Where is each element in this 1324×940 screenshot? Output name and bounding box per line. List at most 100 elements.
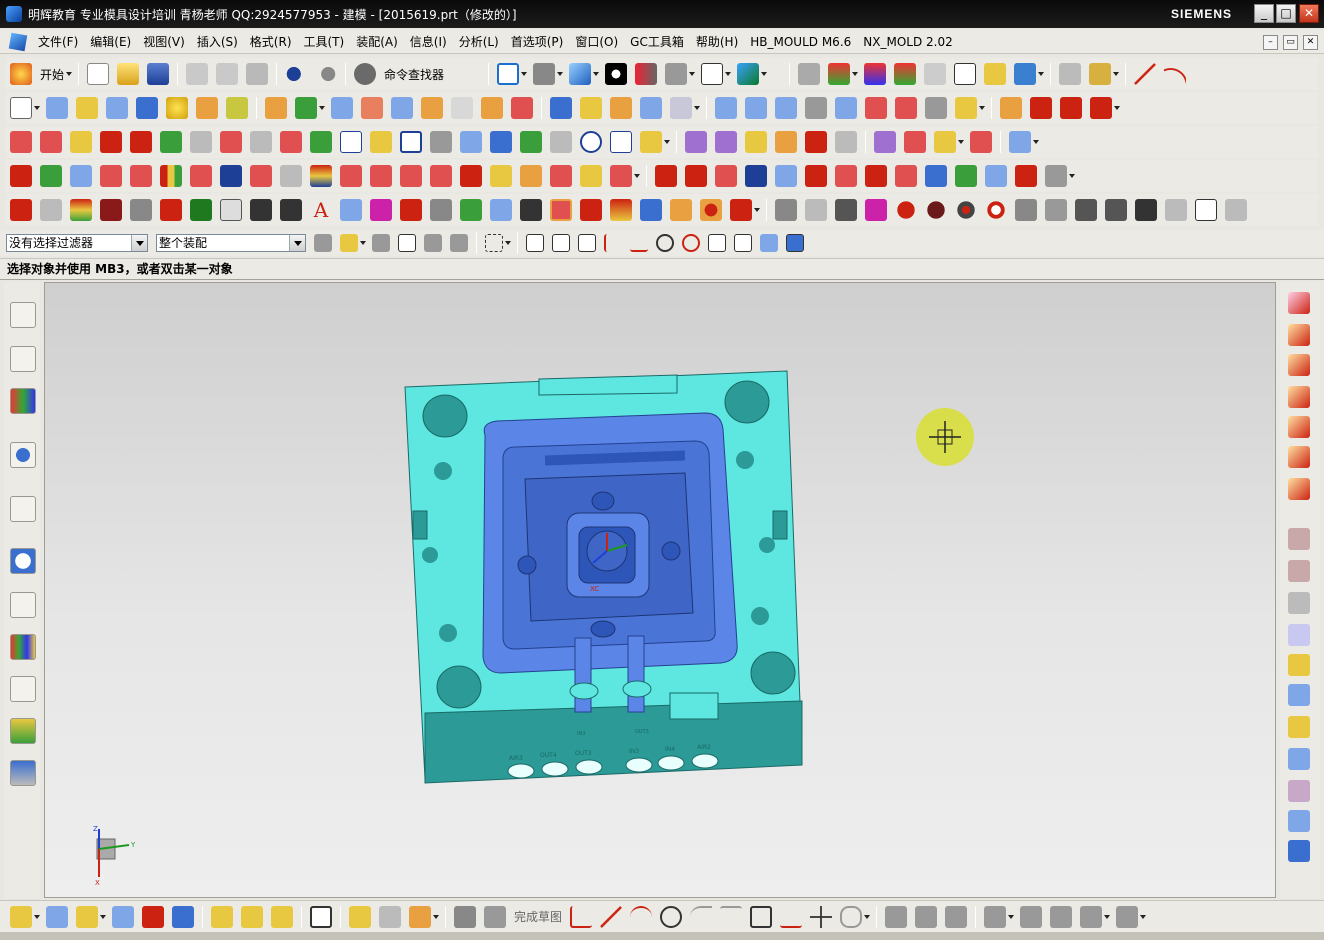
sketch-constraint-icon[interactable] <box>340 131 362 153</box>
cylinder-icon[interactable] <box>106 97 128 119</box>
polygon-icon[interactable] <box>780 906 803 928</box>
bounded-plane-icon[interactable] <box>865 97 887 119</box>
rectangle-icon[interactable] <box>750 905 773 928</box>
command-finder-button[interactable]: 命令查找器 <box>384 66 444 83</box>
mate-icon[interactable] <box>142 905 164 928</box>
deselect-icon[interactable] <box>372 234 390 252</box>
trim-mold-icon[interactable] <box>430 165 452 187</box>
box-tool-icon[interactable] <box>1288 840 1310 862</box>
snap-midpoint-icon[interactable] <box>552 234 570 252</box>
hb-plate-icon[interactable] <box>10 199 32 221</box>
hb-pillar-icon[interactable] <box>1165 199 1187 221</box>
redo-icon[interactable] <box>315 63 338 85</box>
hb-support-icon[interactable] <box>640 199 662 221</box>
auto-dimension-icon[interactable] <box>1050 905 1073 928</box>
backup-icon[interactable] <box>985 165 1007 187</box>
menu-hb-mould[interactable]: HB_MOULD M6.6 <box>744 35 857 49</box>
analysis-icon[interactable] <box>685 131 707 153</box>
graphics-window[interactable]: XC AIR3 OUT4 OUT3 IN3 IN4 AIR2 IN3 OUT3 … <box>44 282 1276 898</box>
paste-face-icon[interactable] <box>280 131 302 153</box>
parting-surface-icon[interactable] <box>835 165 857 187</box>
hb-slider-icon[interactable] <box>370 199 392 221</box>
new-parent-icon[interactable] <box>1288 354 1310 376</box>
hb-color-icon[interactable] <box>70 199 92 221</box>
interpart-icon[interactable] <box>241 905 263 928</box>
hb-ring-icon[interactable] <box>985 199 1007 221</box>
resize-face-icon[interactable] <box>130 131 152 153</box>
unite-icon[interactable] <box>265 97 287 119</box>
play-icon[interactable] <box>1014 63 1037 85</box>
delete-face-icon[interactable] <box>40 131 62 153</box>
snap-body-icon[interactable] <box>786 234 804 252</box>
swept-icon[interactable] <box>835 97 857 119</box>
hb-block-icon[interactable] <box>130 199 152 221</box>
move-face-icon[interactable] <box>100 131 122 153</box>
mold-wizard-icon[interactable] <box>10 165 32 187</box>
clip-icon[interactable] <box>349 905 371 928</box>
check-region-icon[interactable] <box>655 165 677 187</box>
zebra-icon[interactable] <box>874 131 896 153</box>
absolute-csys-icon[interactable] <box>924 63 947 85</box>
roles-icon[interactable] <box>10 718 36 744</box>
wave-link-icon[interactable] <box>211 905 233 928</box>
hb-bolt-icon[interactable] <box>280 199 302 221</box>
snap-point-icon[interactable] <box>682 234 700 252</box>
doc-restore-button[interactable]: ▭ <box>1283 35 1298 50</box>
bridge-curve-icon[interactable] <box>1090 97 1112 119</box>
offset-curve-icon[interactable] <box>1060 97 1082 119</box>
m-function-icon[interactable] <box>400 131 422 153</box>
bolt-tool-icon[interactable] <box>1288 560 1310 582</box>
hb-screw-icon[interactable] <box>250 199 272 221</box>
hb-text-icon[interactable]: A <box>310 199 332 221</box>
gate-tool-icon[interactable] <box>1288 716 1310 738</box>
spring-tool-icon[interactable] <box>1288 684 1310 706</box>
through-curves-icon[interactable] <box>775 97 797 119</box>
reposition-icon[interactable] <box>112 905 134 928</box>
plate-tool-icon[interactable] <box>1288 592 1310 614</box>
sew-icon[interactable] <box>925 97 947 119</box>
deviation-icon[interactable] <box>805 131 827 153</box>
history-icon[interactable] <box>10 548 36 574</box>
hb-flag-icon[interactable] <box>865 199 887 221</box>
hole-icon[interactable] <box>196 97 218 119</box>
subtract-icon[interactable] <box>295 97 317 119</box>
offset-region-icon[interactable] <box>160 131 182 153</box>
hole-table-icon[interactable] <box>550 165 572 187</box>
snap-curve-icon[interactable] <box>734 234 752 252</box>
view-manager-icon[interactable] <box>580 165 602 187</box>
dimension-icon[interactable] <box>1020 905 1043 928</box>
project-curve-icon[interactable] <box>1000 97 1022 119</box>
standard-part-icon[interactable] <box>220 165 242 187</box>
chamfer-icon[interactable] <box>451 97 473 119</box>
extrude-icon[interactable] <box>46 97 68 119</box>
cavity-tool-icon[interactable] <box>1288 624 1310 646</box>
hb-gear-icon[interactable] <box>700 199 722 221</box>
transition-icon[interactable] <box>865 165 887 187</box>
init-project-icon[interactable] <box>40 165 62 187</box>
new-file-icon[interactable] <box>87 63 110 85</box>
menu-file[interactable]: 文件(F) <box>32 33 84 50</box>
region-icon[interactable] <box>895 165 917 187</box>
workpiece-icon[interactable] <box>70 165 92 187</box>
info-icon[interactable] <box>10 442 36 468</box>
more-mold-icon[interactable] <box>1045 165 1067 187</box>
manufacturing-wizard-icon[interactable] <box>10 676 36 702</box>
section-icon[interactable] <box>635 63 658 85</box>
menu-analysis[interactable]: 分析(L) <box>453 33 505 50</box>
hb-red-circle-icon[interactable] <box>895 199 917 221</box>
constraints-icon[interactable] <box>984 905 1007 928</box>
exploded-icon[interactable] <box>172 905 194 928</box>
sketch-circle-icon[interactable] <box>660 905 683 928</box>
quick-trim-icon[interactable] <box>885 905 908 928</box>
hb-lifter-icon[interactable] <box>190 199 212 221</box>
menu-preferences[interactable]: 首选项(P) <box>505 33 570 50</box>
intersect-icon[interactable] <box>331 97 353 119</box>
hb-frame-icon[interactable] <box>40 199 62 221</box>
electrode-icon[interactable] <box>400 165 422 187</box>
assembly-navigator-icon[interactable] <box>10 302 36 328</box>
web-browser-icon[interactable] <box>10 496 36 522</box>
edge-blend-icon[interactable] <box>421 97 443 119</box>
mesh-icon[interactable] <box>805 97 827 119</box>
diamond-tool-icon[interactable] <box>310 905 332 928</box>
sketch-arc-icon[interactable] <box>630 905 653 928</box>
